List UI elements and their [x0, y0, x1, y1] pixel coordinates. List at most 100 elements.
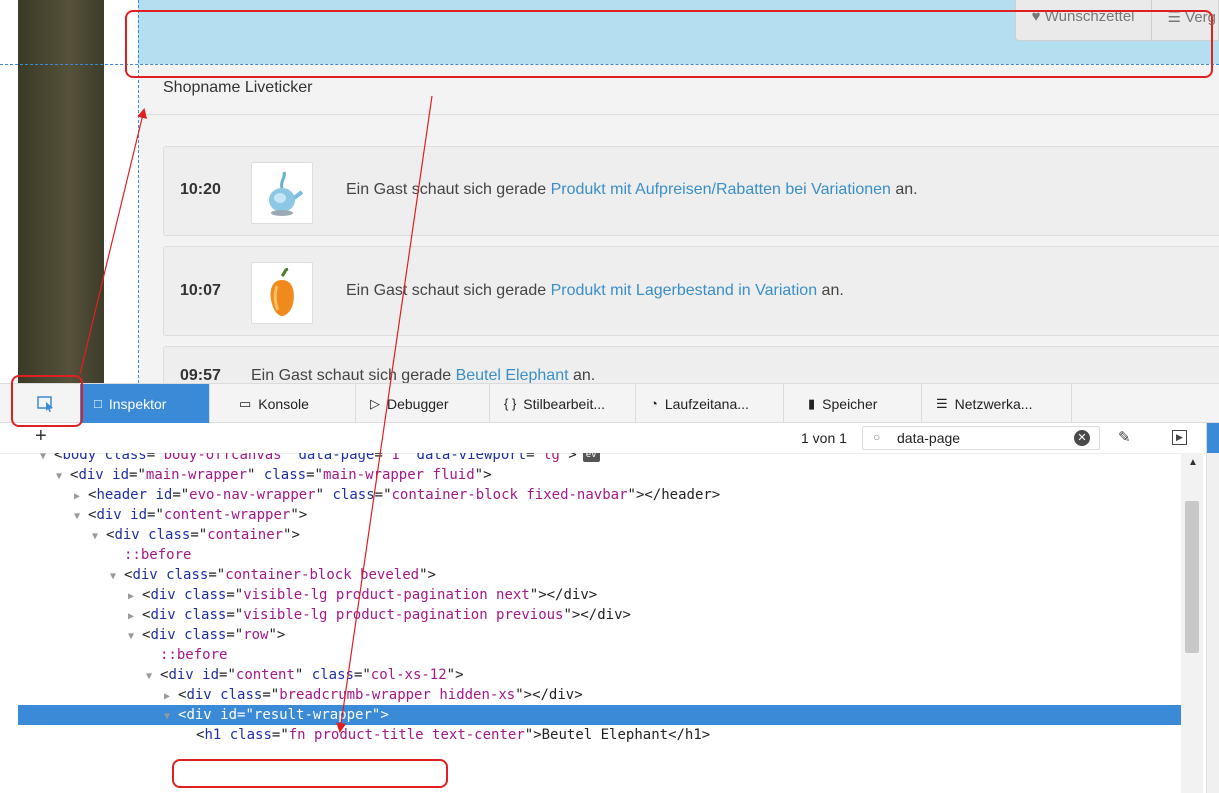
collapse-twisty-icon[interactable]: ▼: [164, 707, 178, 727]
markup-node-line[interactable]: ▼ <div id="content" class="col-xs-12">: [18, 665, 1181, 685]
tag-name: div: [114, 527, 140, 543]
attr-value: visible-lg product-pagination previous: [243, 607, 564, 623]
markup-scrollbar[interactable]: ▲: [1181, 453, 1203, 793]
tab-network[interactable]: ☰ Netzwerka...: [922, 384, 1072, 423]
pseudo-element: ::before: [160, 647, 228, 663]
attr-value: body-offcanvas: [163, 453, 282, 463]
attr-value: 1: [391, 453, 400, 463]
markup-node-line[interactable]: ▶ <div class="visible-lg product-paginati…: [18, 605, 1181, 625]
attr-name: id: [112, 467, 130, 483]
attr-name: data-page: [298, 453, 375, 463]
search-icon: ○: [873, 430, 881, 444]
ticker-time: 09:57: [180, 367, 221, 383]
markup-node-line[interactable]: ▼ <div id="main-wrapper" class="main-wrap…: [18, 465, 1181, 485]
tag-name: div: [168, 667, 194, 683]
tab-console[interactable]: ▭ Konsole: [225, 384, 356, 423]
attr-value: main-wrapper: [145, 467, 248, 483]
ticker-time: 10:07: [180, 282, 221, 299]
ticker-suffix: an.: [890, 181, 918, 198]
attr-value: col-xs-12: [370, 667, 447, 683]
collapse-twisty-icon[interactable]: ▼: [56, 467, 70, 487]
markup-node-line[interactable]: ▼ <body class="body-offcanvas" data-page=…: [18, 453, 1181, 465]
attr-name: class: [184, 627, 227, 643]
collapse-twisty-icon[interactable]: ▼: [146, 667, 160, 687]
tab-style-editor[interactable]: { } Stilbearbeit...: [490, 384, 636, 423]
markup-node-line[interactable]: <h1 class="fn product-title text-center"…: [18, 725, 1181, 745]
devtools-tabbar: □ Inspektor ▭ Konsole ▷ Debugger { } Stilbea…: [0, 383, 1219, 423]
attr-name: class: [311, 667, 354, 683]
attr-name: class: [148, 527, 191, 543]
markup-node-line[interactable]: ▶ <header id="evo-nav-wrapper" class="con…: [18, 485, 1181, 505]
tab-performance[interactable]: ◔ Laufzeitana...: [636, 384, 784, 423]
event-badge[interactable]: ev: [582, 453, 600, 462]
attr-name: id: [155, 487, 173, 503]
ticker-item: 09:57 Ein Gast schaut sich gerade Beutel…: [163, 346, 1219, 383]
search-match-count: 1 von 1: [801, 430, 847, 446]
collapse-twisty-icon[interactable]: ▼: [92, 527, 106, 547]
attr-value: main-wrapper fluid: [322, 467, 475, 483]
collapse-twisty-icon[interactable]: ▼: [128, 627, 142, 647]
markup-node-line[interactable]: ▼ <div class="row">: [18, 625, 1181, 645]
attr-value: breadcrumb-wrapper hidden-xs: [279, 687, 516, 703]
collapse-twisty-icon[interactable]: ▼: [110, 567, 124, 587]
tab-inspector[interactable]: □ Inspektor: [80, 384, 210, 423]
divider: [138, 114, 1219, 115]
ticker-prefix: Ein Gast schaut sich gerade: [346, 181, 551, 198]
ticker-suffix: an.: [817, 282, 844, 299]
add-node-button[interactable]: +: [35, 425, 47, 448]
network-icon: ☰: [936, 395, 948, 411]
attr-value: container-block beveled: [225, 567, 420, 583]
expand-twisty-icon[interactable]: ▶: [164, 687, 178, 707]
collapse-twisty-icon[interactable]: ▼: [74, 507, 88, 527]
gauge-icon: ◔: [650, 396, 658, 411]
product-link[interactable]: Produkt mit Aufpreisen/Rabatten bei Vari…: [551, 181, 891, 198]
product-thumbnail[interactable]: [251, 262, 313, 324]
tag-name: div: [78, 467, 104, 483]
attr-value: container-block fixed-navbar: [391, 487, 628, 503]
toggle-sidebar-icon[interactable]: ▶: [1172, 430, 1187, 445]
search-input[interactable]: ○ data-page ✕: [862, 426, 1100, 450]
markup-node-line[interactable]: ▼ <div id="content-wrapper">: [18, 505, 1181, 525]
expand-twisty-icon[interactable]: ▶: [128, 607, 142, 627]
debugger-icon: ▷: [370, 395, 380, 411]
annotation-box-picker: [11, 375, 83, 427]
product-thumbnail[interactable]: [251, 162, 313, 224]
tag-name: div: [150, 587, 176, 603]
page-title: Shopname Liveticker: [163, 79, 313, 96]
markup-node-line[interactable]: ▼ <div class="container-block beveled">: [18, 565, 1181, 585]
attr-name: class: [184, 607, 227, 623]
attr-name: class: [104, 453, 147, 463]
product-link[interactable]: Produkt mit Lagerbestand in Variation: [551, 282, 818, 299]
tag-name: body: [62, 453, 97, 463]
expand-twisty-icon[interactable]: ▶: [128, 587, 142, 607]
markup-node-line[interactable]: ▶ <div class="breadcrumb-wrapper hidden-x…: [18, 685, 1181, 705]
tag-name: div: [96, 507, 122, 523]
tab-memory[interactable]: ▮ Speicher: [784, 384, 922, 423]
scroll-up-icon[interactable]: ▲: [1188, 457, 1198, 468]
markup-node-line[interactable]: ::before: [18, 545, 1181, 565]
scrollbar-thumb[interactable]: [1185, 501, 1199, 653]
attr-name: id: [130, 507, 148, 523]
product-link[interactable]: Beutel Elephant: [456, 367, 569, 383]
annotation-box-navbar: [125, 10, 1213, 78]
attr-name: id: [220, 707, 238, 723]
attr-value: container: [207, 527, 284, 543]
tag-name: div: [186, 687, 212, 703]
tab-debugger[interactable]: ▷ Debugger: [356, 384, 490, 423]
markup-node-line[interactable]: ▼ <div class="container">: [18, 525, 1181, 545]
memory-icon: ▮: [808, 395, 816, 411]
markup-node-line[interactable]: ::before: [18, 645, 1181, 665]
attr-name: class: [220, 687, 263, 703]
attr-name: class: [229, 727, 272, 743]
attr-value: lg: [542, 453, 560, 463]
clear-search-icon[interactable]: ✕: [1074, 430, 1090, 446]
tag-name: div: [132, 567, 158, 583]
expand-twisty-icon[interactable]: ▶: [74, 487, 88, 507]
tag-name: div: [186, 707, 212, 723]
attr-name: id: [202, 667, 220, 683]
markup-node-line[interactable]: ▼ <div id="result-wrapper">: [18, 705, 1181, 725]
search-value: data-page: [897, 430, 961, 446]
eyedropper-icon[interactable]: ✎: [1118, 428, 1131, 446]
markup-node-line[interactable]: ▶ <div class="visible-lg product-paginati…: [18, 585, 1181, 605]
attr-value: row: [243, 627, 269, 643]
